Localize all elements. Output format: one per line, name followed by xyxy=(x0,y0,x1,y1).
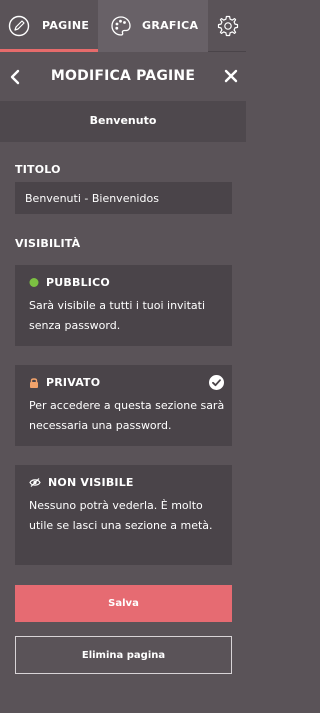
page-name-bar: Benvenuto xyxy=(0,101,246,142)
title-label: TITOLO xyxy=(15,163,61,176)
title-field[interactable] xyxy=(15,182,232,214)
panel-header: MODIFICA PAGINE xyxy=(0,53,246,101)
option-title: PUBBLICO xyxy=(46,276,110,289)
option-header: NON VISIBILE xyxy=(29,476,134,489)
save-button[interactable]: Salva xyxy=(15,585,232,622)
option-description: Sarà visibile a tutti i tuoi invitati se… xyxy=(29,299,206,332)
visibility-label: VISIBILITÀ xyxy=(15,237,81,250)
option-title: NON VISIBILE xyxy=(48,476,134,489)
tab-pagine-label: PAGINE xyxy=(42,19,90,32)
option-header: PRIVATO xyxy=(29,376,100,389)
panel-title: MODIFICA PAGINE xyxy=(50,68,196,84)
tab-settings[interactable] xyxy=(208,0,246,52)
tab-grafica[interactable]: GRAFICA xyxy=(98,0,208,52)
gear-icon xyxy=(217,15,239,37)
eye-slash-icon xyxy=(29,478,41,487)
option-title: PRIVATO xyxy=(46,376,101,389)
top-tab-bar: PAGINE GRAFICA xyxy=(0,0,246,52)
close-icon[interactable] xyxy=(224,69,238,83)
option-description: Nessuno potrà vederla. È molto utile se … xyxy=(29,499,213,532)
lock-icon xyxy=(30,378,38,388)
green-dot-icon xyxy=(29,278,39,287)
visibility-option-non-visibile[interactable]: NON VISIBILE Nessuno potrà vederla. È mo… xyxy=(15,465,232,565)
pencil-circle-icon xyxy=(8,15,30,37)
visibility-option-pubblico[interactable]: PUBBLICO Sarà visibile a tutti i tuoi in… xyxy=(15,265,232,346)
delete-page-button[interactable]: Elimina pagina xyxy=(15,636,232,674)
palette-icon xyxy=(111,16,131,36)
tab-grafica-label: GRAFICA xyxy=(142,19,199,32)
check-circle-icon xyxy=(209,375,224,390)
tab-pagine[interactable]: PAGINE xyxy=(0,0,98,52)
option-header: PUBBLICO xyxy=(29,276,110,289)
page-name: Benvenuto xyxy=(89,114,157,127)
visibility-option-privato[interactable]: PRIVATO Per accedere a questa sezione sa… xyxy=(15,365,232,446)
option-description: Per accedere a questa sezione sarà neces… xyxy=(29,399,225,432)
